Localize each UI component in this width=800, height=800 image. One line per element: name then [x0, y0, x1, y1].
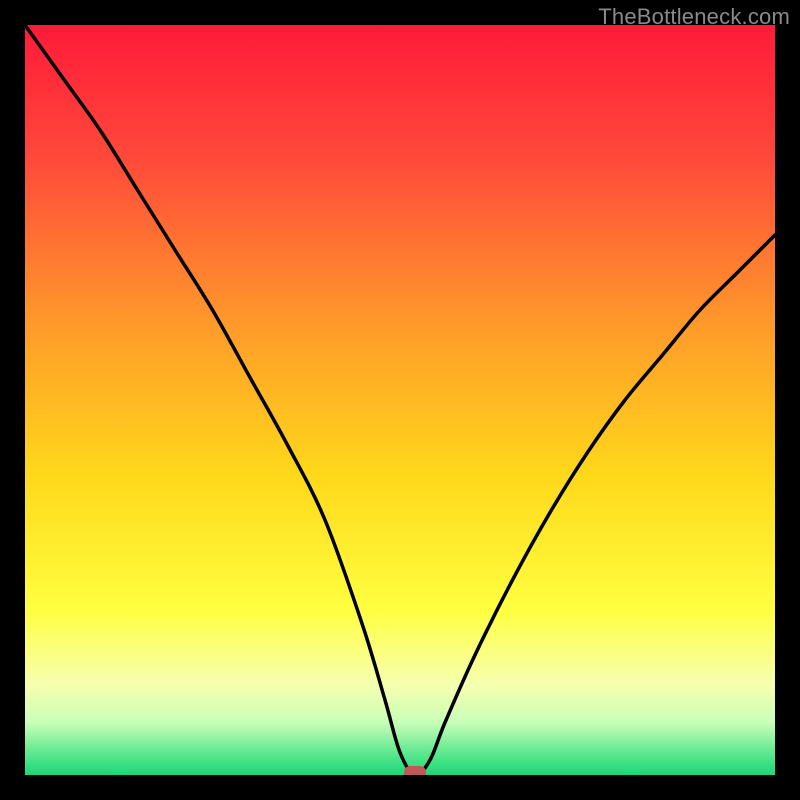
watermark-text: TheBottleneck.com	[598, 4, 790, 30]
optimum-marker	[404, 766, 426, 775]
plot-area	[25, 25, 775, 775]
chart-container: TheBottleneck.com	[0, 0, 800, 800]
chart-svg	[25, 25, 775, 775]
chart-background	[25, 25, 775, 775]
